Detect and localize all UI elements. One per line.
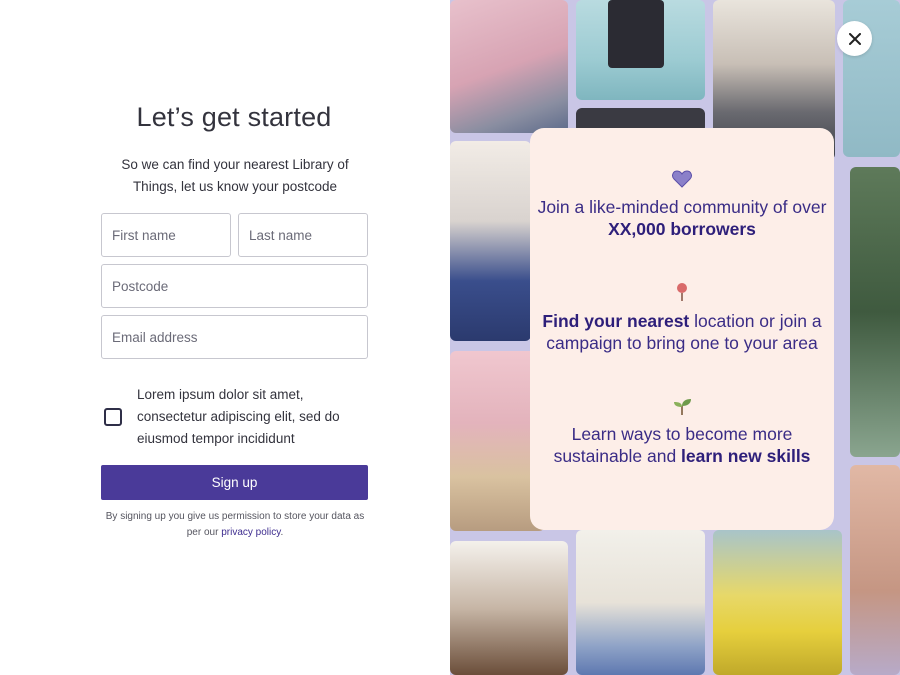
feature-location-bold: Find your nearest [542,311,690,331]
photo-hedge-trimmer [850,167,900,457]
photo-speaker [576,0,705,100]
map-pin-icon [672,282,692,302]
feature-location: Find your nearest location or join a cam… [530,310,834,354]
privacy-disclaimer: By signing up you give us permission to … [100,509,370,541]
feature-skills-bold: learn new skills [681,446,811,466]
postcode-input[interactable] [102,265,367,307]
photo-laughing-woman [450,541,568,675]
email-field[interactable] [101,315,368,359]
feature-community-text: Join a like-minded community of over [537,197,827,217]
photo-sander [450,0,568,133]
photo-woman-with-projector [450,141,531,341]
photo-pressure-washer [713,530,842,675]
close-icon [848,32,861,45]
feature-community-bold: XX,000 borrowers [608,219,756,239]
signup-button[interactable]: Sign up [101,465,368,500]
features-card: Join a like-minded community of over XX,… [530,128,834,530]
photo-person-right [850,465,900,675]
first-name-input[interactable] [102,214,230,256]
heart-icon [672,169,692,189]
promo-panel: Join a like-minded community of over XX,… [450,0,900,675]
first-name-field[interactable] [101,213,231,257]
consent-label: Lorem ipsum dolor sit amet, consectetur … [137,387,340,446]
feature-community: Join a like-minded community of over XX,… [530,196,834,240]
disclaimer-suffix: . [280,527,284,538]
last-name-input[interactable] [239,214,367,256]
speaker-shape [608,0,664,68]
signup-panel: Let’s get started So we can find your ne… [0,0,450,675]
close-button[interactable] [837,21,872,56]
email-input[interactable] [102,316,367,358]
page-subtitle: So we can find your nearest Library of T… [121,157,349,194]
photo-woman-with-drill [576,530,705,675]
postcode-field[interactable] [101,264,368,308]
privacy-policy-link[interactable]: privacy policy [221,527,280,538]
last-name-field[interactable] [238,213,368,257]
sprout-icon [672,396,692,416]
page-title: Let’s get started [136,102,332,132]
consent-checkbox[interactable] [104,408,122,426]
feature-skills: Learn ways to become more sustainable an… [530,423,834,467]
